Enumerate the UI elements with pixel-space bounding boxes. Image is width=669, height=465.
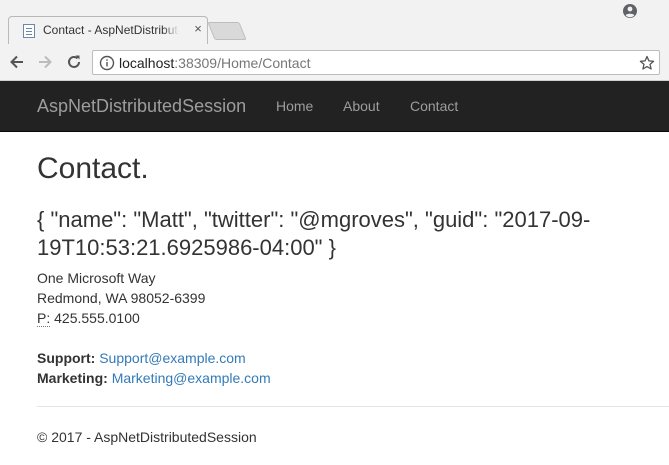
footer-copyright: © 2017 - AspNetDistributedSession: [37, 429, 257, 445]
session-json-heading: { "name": "Matt", "twitter": "@mgroves",…: [37, 207, 591, 260]
marketing-label: Marketing:: [37, 370, 108, 386]
nav-link-home[interactable]: Home: [276, 98, 313, 114]
forward-arrow-icon[interactable]: [36, 53, 54, 71]
tab-title: Contact - AspNetDistributedSession: [43, 23, 179, 37]
url-text: localhost:38309/Home/Contact: [119, 55, 310, 71]
url-host: localhost: [119, 55, 175, 71]
browser-tabstrip: Contact - AspNetDistributedSession ×: [0, 0, 669, 44]
nav-link-contact[interactable]: Contact: [410, 98, 458, 114]
nav-link-about[interactable]: About: [343, 98, 380, 114]
marketing-email-link[interactable]: Marketing@example.com: [112, 370, 271, 386]
phone-number: 425.555.0100: [54, 310, 140, 326]
page-favicon-icon: [23, 24, 35, 38]
contact-address: One Microsoft Way Redmond, WA 98052-6399…: [37, 268, 205, 328]
address-line-1: One Microsoft Way: [37, 270, 156, 286]
new-tab-button[interactable]: [207, 22, 247, 40]
support-label: Support:: [37, 350, 96, 366]
page-title: Contact.: [37, 152, 149, 185]
info-icon[interactable]: [99, 55, 115, 71]
tab-close-icon[interactable]: ×: [191, 21, 205, 37]
address-line-2: Redmond, WA 98052-6399: [37, 290, 206, 306]
reload-icon[interactable]: [65, 53, 83, 71]
star-icon[interactable]: [639, 55, 655, 71]
footer-divider: [37, 406, 669, 407]
back-arrow-icon[interactable]: [8, 53, 26, 71]
support-email-link[interactable]: Support@example.com: [99, 350, 246, 366]
site-navbar: AspNetDistributedSession Home About Cont…: [0, 81, 669, 132]
address-bar[interactable]: localhost:38309/Home/Contact: [92, 50, 660, 75]
browser-toolbar: localhost:38309/Home/Contact: [0, 44, 669, 81]
profile-icon[interactable]: [622, 3, 638, 19]
browser-tab-contact[interactable]: Contact - AspNetDistributedSession ×: [8, 16, 208, 44]
navbar-brand[interactable]: AspNetDistributedSession: [37, 96, 246, 117]
phone-label: P:: [37, 310, 51, 327]
url-path: :38309/Home/Contact: [174, 55, 311, 71]
contact-emails: Support: Support@example.com Marketing: …: [37, 348, 271, 388]
